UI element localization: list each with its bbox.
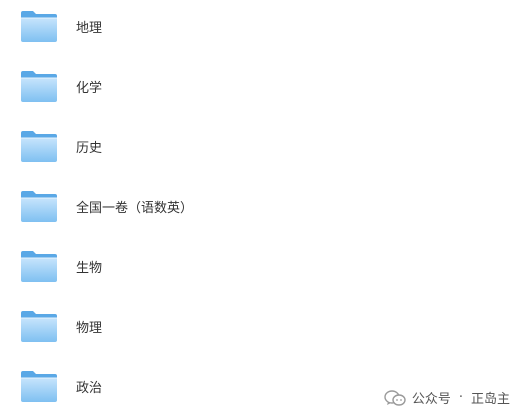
folder-label: 化学	[76, 80, 103, 96]
folder-label: 物理	[76, 320, 103, 336]
watermark-name: 正岛主	[470, 392, 510, 407]
folder-item-physics[interactable]: 物理	[20, 304, 280, 348]
folder-label: 全国一卷（语数英）	[76, 200, 194, 216]
folder-item-national-paper-1[interactable]: 全国一卷（语数英）	[20, 184, 280, 228]
watermark: 公众号 · 正岛主	[384, 388, 510, 407]
folder-icon	[20, 69, 58, 103]
folder-label: 政治	[76, 380, 103, 396]
folder-icon	[20, 369, 58, 403]
wechat-official-account-icon	[384, 389, 406, 407]
folder-label: 生物	[76, 260, 103, 276]
folder-icon	[20, 249, 58, 283]
folder-icon	[20, 309, 58, 343]
watermark-prefix: 公众号	[411, 392, 451, 407]
folder-item-chemistry[interactable]: 化学	[20, 64, 280, 108]
folder-list: 地理 化学 历史 全国一卷（语数英） 生物 物理 政治	[0, 0, 520, 418]
folder-label: 地理	[76, 20, 103, 36]
watermark-separator: ·	[458, 390, 463, 405]
folder-icon	[20, 129, 58, 163]
folder-item-politics[interactable]: 政治	[20, 364, 280, 408]
folder-item-history[interactable]: 历史	[20, 124, 280, 168]
folder-label: 历史	[76, 140, 103, 156]
folder-icon	[20, 189, 58, 223]
folder-item-geography[interactable]: 地理	[20, 4, 280, 48]
folder-icon	[20, 9, 58, 43]
folder-item-biology[interactable]: 生物	[20, 244, 280, 288]
